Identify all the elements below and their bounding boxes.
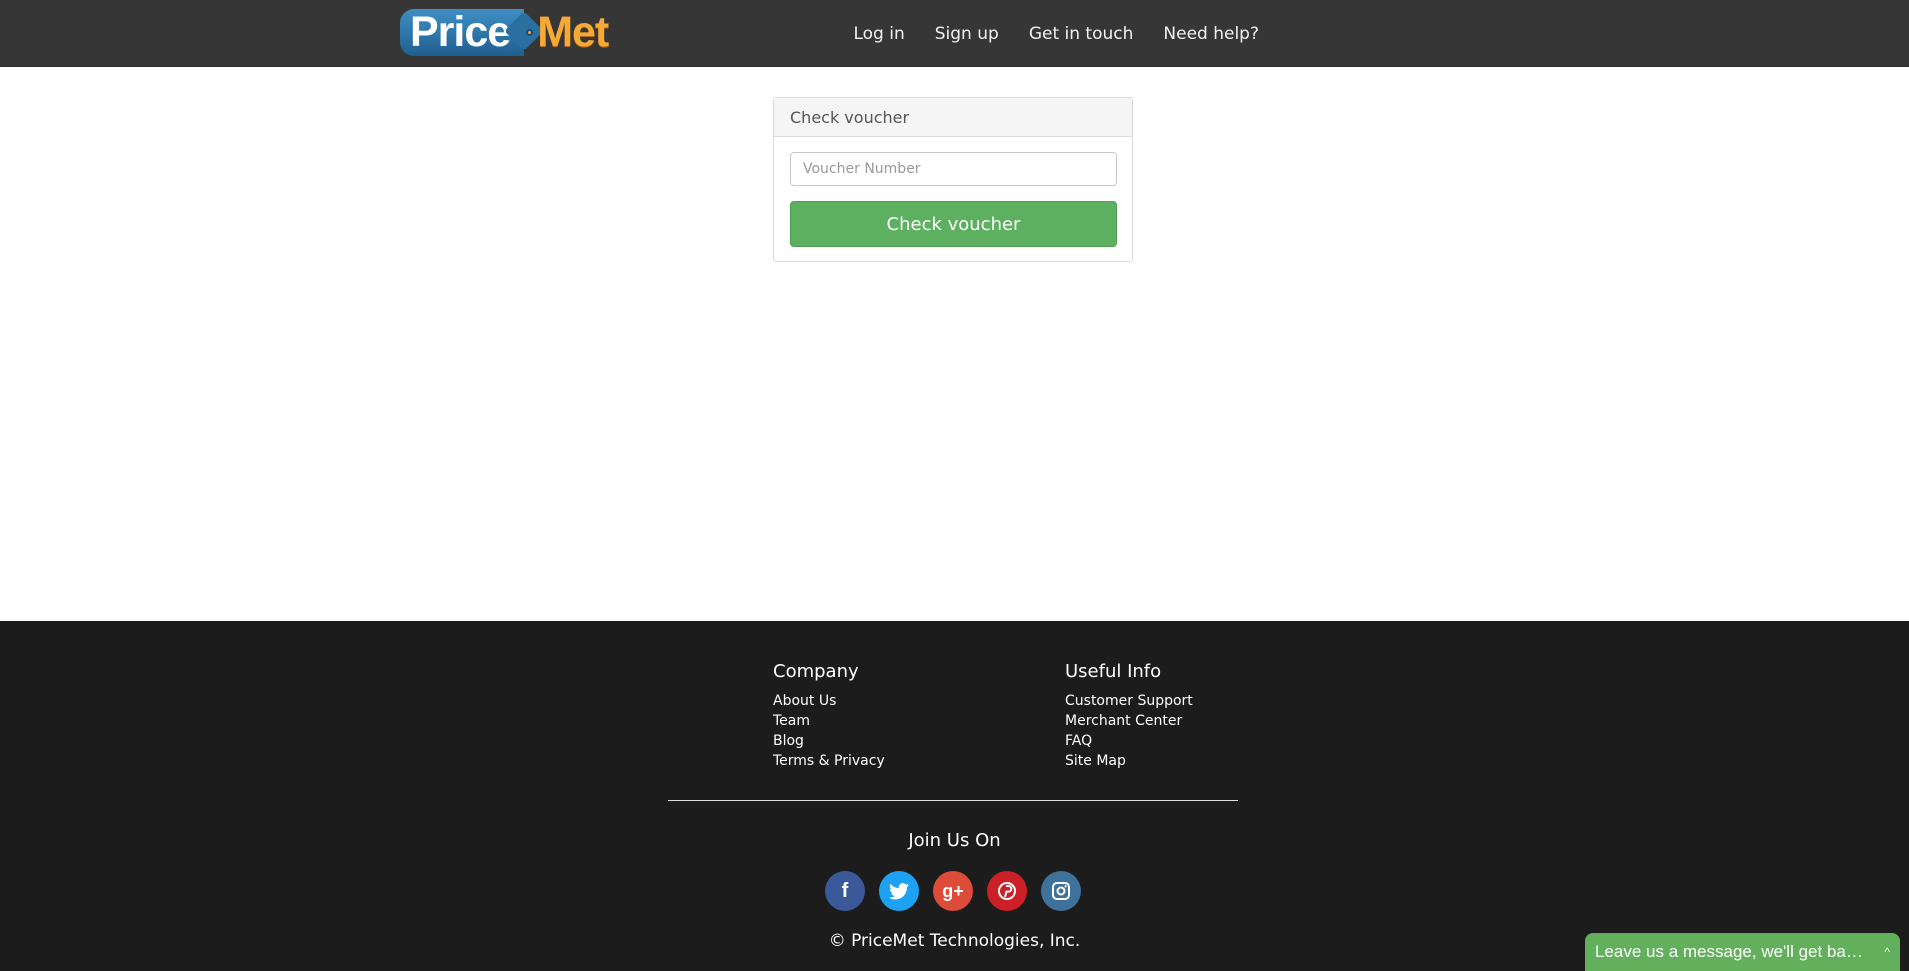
- footer-link-faq[interactable]: FAQ: [1065, 731, 1193, 751]
- leave-message-chat-widget[interactable]: Leave us a message, we'll get back to yo…: [1585, 933, 1900, 971]
- instagram-icon[interactable]: [1041, 871, 1081, 911]
- logo-met-text: Met: [537, 8, 609, 56]
- nav-login-link[interactable]: Log in: [853, 24, 904, 44]
- pinterest-p-icon: [998, 882, 1016, 900]
- footer-link-blog[interactable]: Blog: [773, 731, 885, 751]
- footer-useful-info-title: Useful Info: [1065, 661, 1162, 682]
- footer-company-column: Company About Us Team Blog Terms & Priva…: [773, 661, 885, 771]
- logo-price-text: Price: [400, 8, 525, 56]
- nav-need-help-link[interactable]: Need help?: [1163, 24, 1259, 44]
- nav-get-in-touch-link[interactable]: Get in touch: [1029, 24, 1134, 44]
- footer-divider: [668, 800, 1238, 801]
- social-links: f g+: [825, 871, 1081, 911]
- top-navbar: Price Met Log in Sign up Get in touch Ne…: [0, 0, 1909, 67]
- footer-link-site-map[interactable]: Site Map: [1065, 751, 1193, 771]
- facebook-icon[interactable]: f: [825, 871, 865, 911]
- footer-link-customer-support[interactable]: Customer Support: [1065, 691, 1193, 711]
- twitter-icon[interactable]: [879, 871, 919, 911]
- footer-link-merchant-center[interactable]: Merchant Center: [1065, 711, 1193, 731]
- footer-link-terms-privacy[interactable]: Terms & Privacy: [773, 751, 885, 771]
- pricemet-logo[interactable]: Price Met: [400, 8, 609, 56]
- voucher-number-input[interactable]: [790, 152, 1117, 186]
- check-voucher-button[interactable]: Check voucher: [790, 201, 1117, 247]
- pinterest-icon[interactable]: [987, 871, 1027, 911]
- google-plus-icon[interactable]: g+: [933, 871, 973, 911]
- instagram-camera-icon: [1052, 882, 1070, 900]
- nav-signup-link[interactable]: Sign up: [935, 24, 999, 44]
- footer-link-about-us[interactable]: About Us: [773, 691, 885, 711]
- footer-company-title: Company: [773, 661, 859, 682]
- join-us-title: Join Us On: [908, 830, 1001, 851]
- chevron-up-icon: ^: [1884, 945, 1890, 959]
- site-footer: Company About Us Team Blog Terms & Priva…: [0, 621, 1909, 971]
- chat-widget-label: Leave us a message, we'll get back to yo…: [1595, 942, 1870, 961]
- check-voucher-panel: Check voucher Check voucher: [773, 97, 1133, 262]
- main-nav: Log in Sign up Get in touch Need help?: [823, 0, 1259, 67]
- footer-link-team[interactable]: Team: [773, 711, 885, 731]
- footer-useful-info-column: Useful Info Customer Support Merchant Ce…: [1065, 661, 1193, 771]
- twitter-bird-icon: [889, 882, 909, 899]
- panel-heading: Check voucher: [774, 98, 1132, 137]
